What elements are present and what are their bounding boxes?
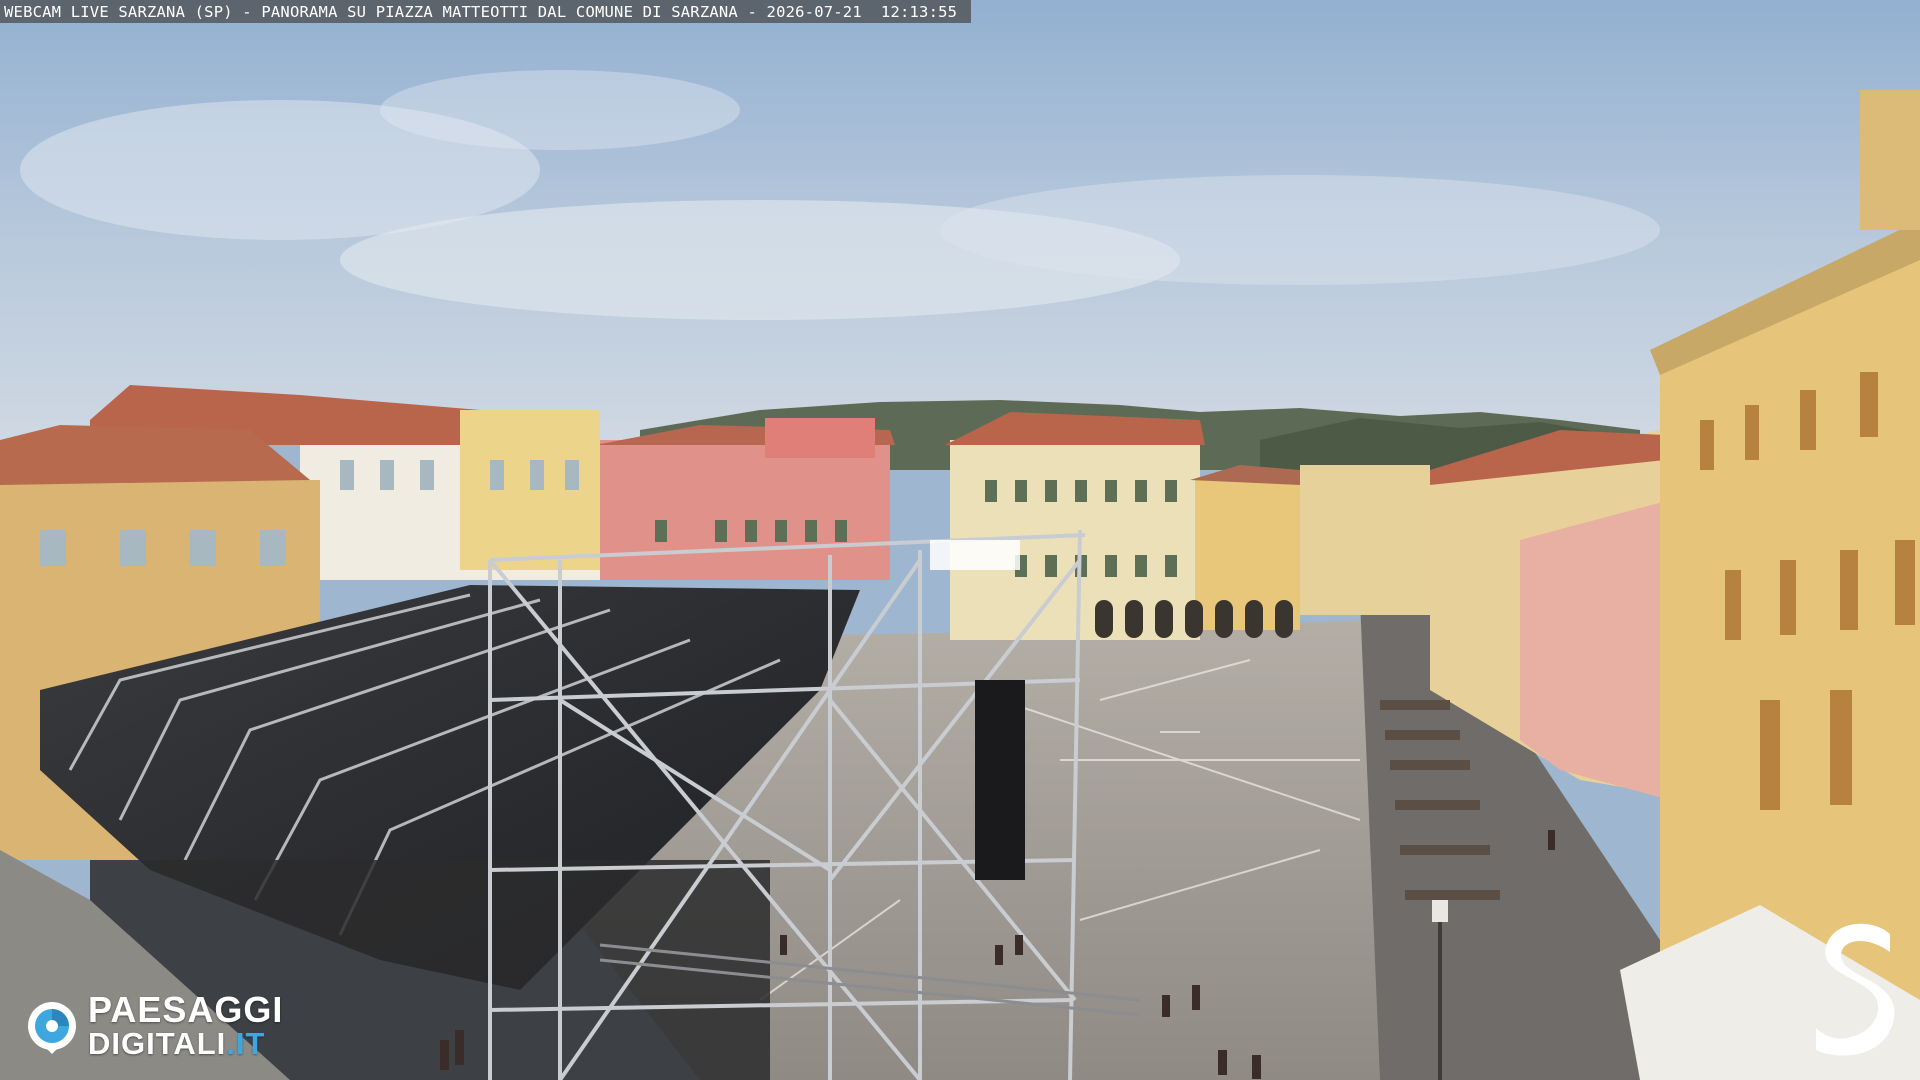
building-right-pink	[1520, 500, 1670, 800]
logo-line2-suffix: .IT	[226, 1026, 266, 1061]
caption-bar: WEBCAM LIVE SARZANA (SP) - PANORAMA SU P…	[0, 0, 972, 23]
webcam-scene	[0, 0, 1920, 1080]
logo-line2-main: DIGITALI	[88, 1026, 227, 1061]
building-distant	[1300, 465, 1430, 615]
camera-lens-icon	[28, 1001, 76, 1054]
cloud	[940, 175, 1660, 285]
building-pink	[600, 440, 890, 580]
speaker-stack	[975, 680, 1025, 880]
webcam-view: WEBCAM LIVE SARZANA (SP) - PANORAMA SU P…	[0, 0, 1920, 1080]
s-brand-icon	[1816, 923, 1895, 1056]
logo-text: PAESAGGI DIGITALI .IT	[88, 989, 284, 1060]
paesaggi-digitali-logo: PAESAGGI DIGITALI .IT	[24, 992, 283, 1059]
caption-text: WEBCAM LIVE SARZANA (SP) - PANORAMA SU P…	[4, 2, 958, 21]
lamp	[1432, 900, 1448, 922]
logo-line2: DIGITALI .IT	[88, 1028, 283, 1059]
building-pink-top	[765, 418, 875, 458]
stage-banner	[930, 540, 1020, 570]
cloud	[380, 70, 740, 150]
tower	[1860, 90, 1920, 230]
logo-line1: PAESAGGI	[88, 989, 284, 1030]
